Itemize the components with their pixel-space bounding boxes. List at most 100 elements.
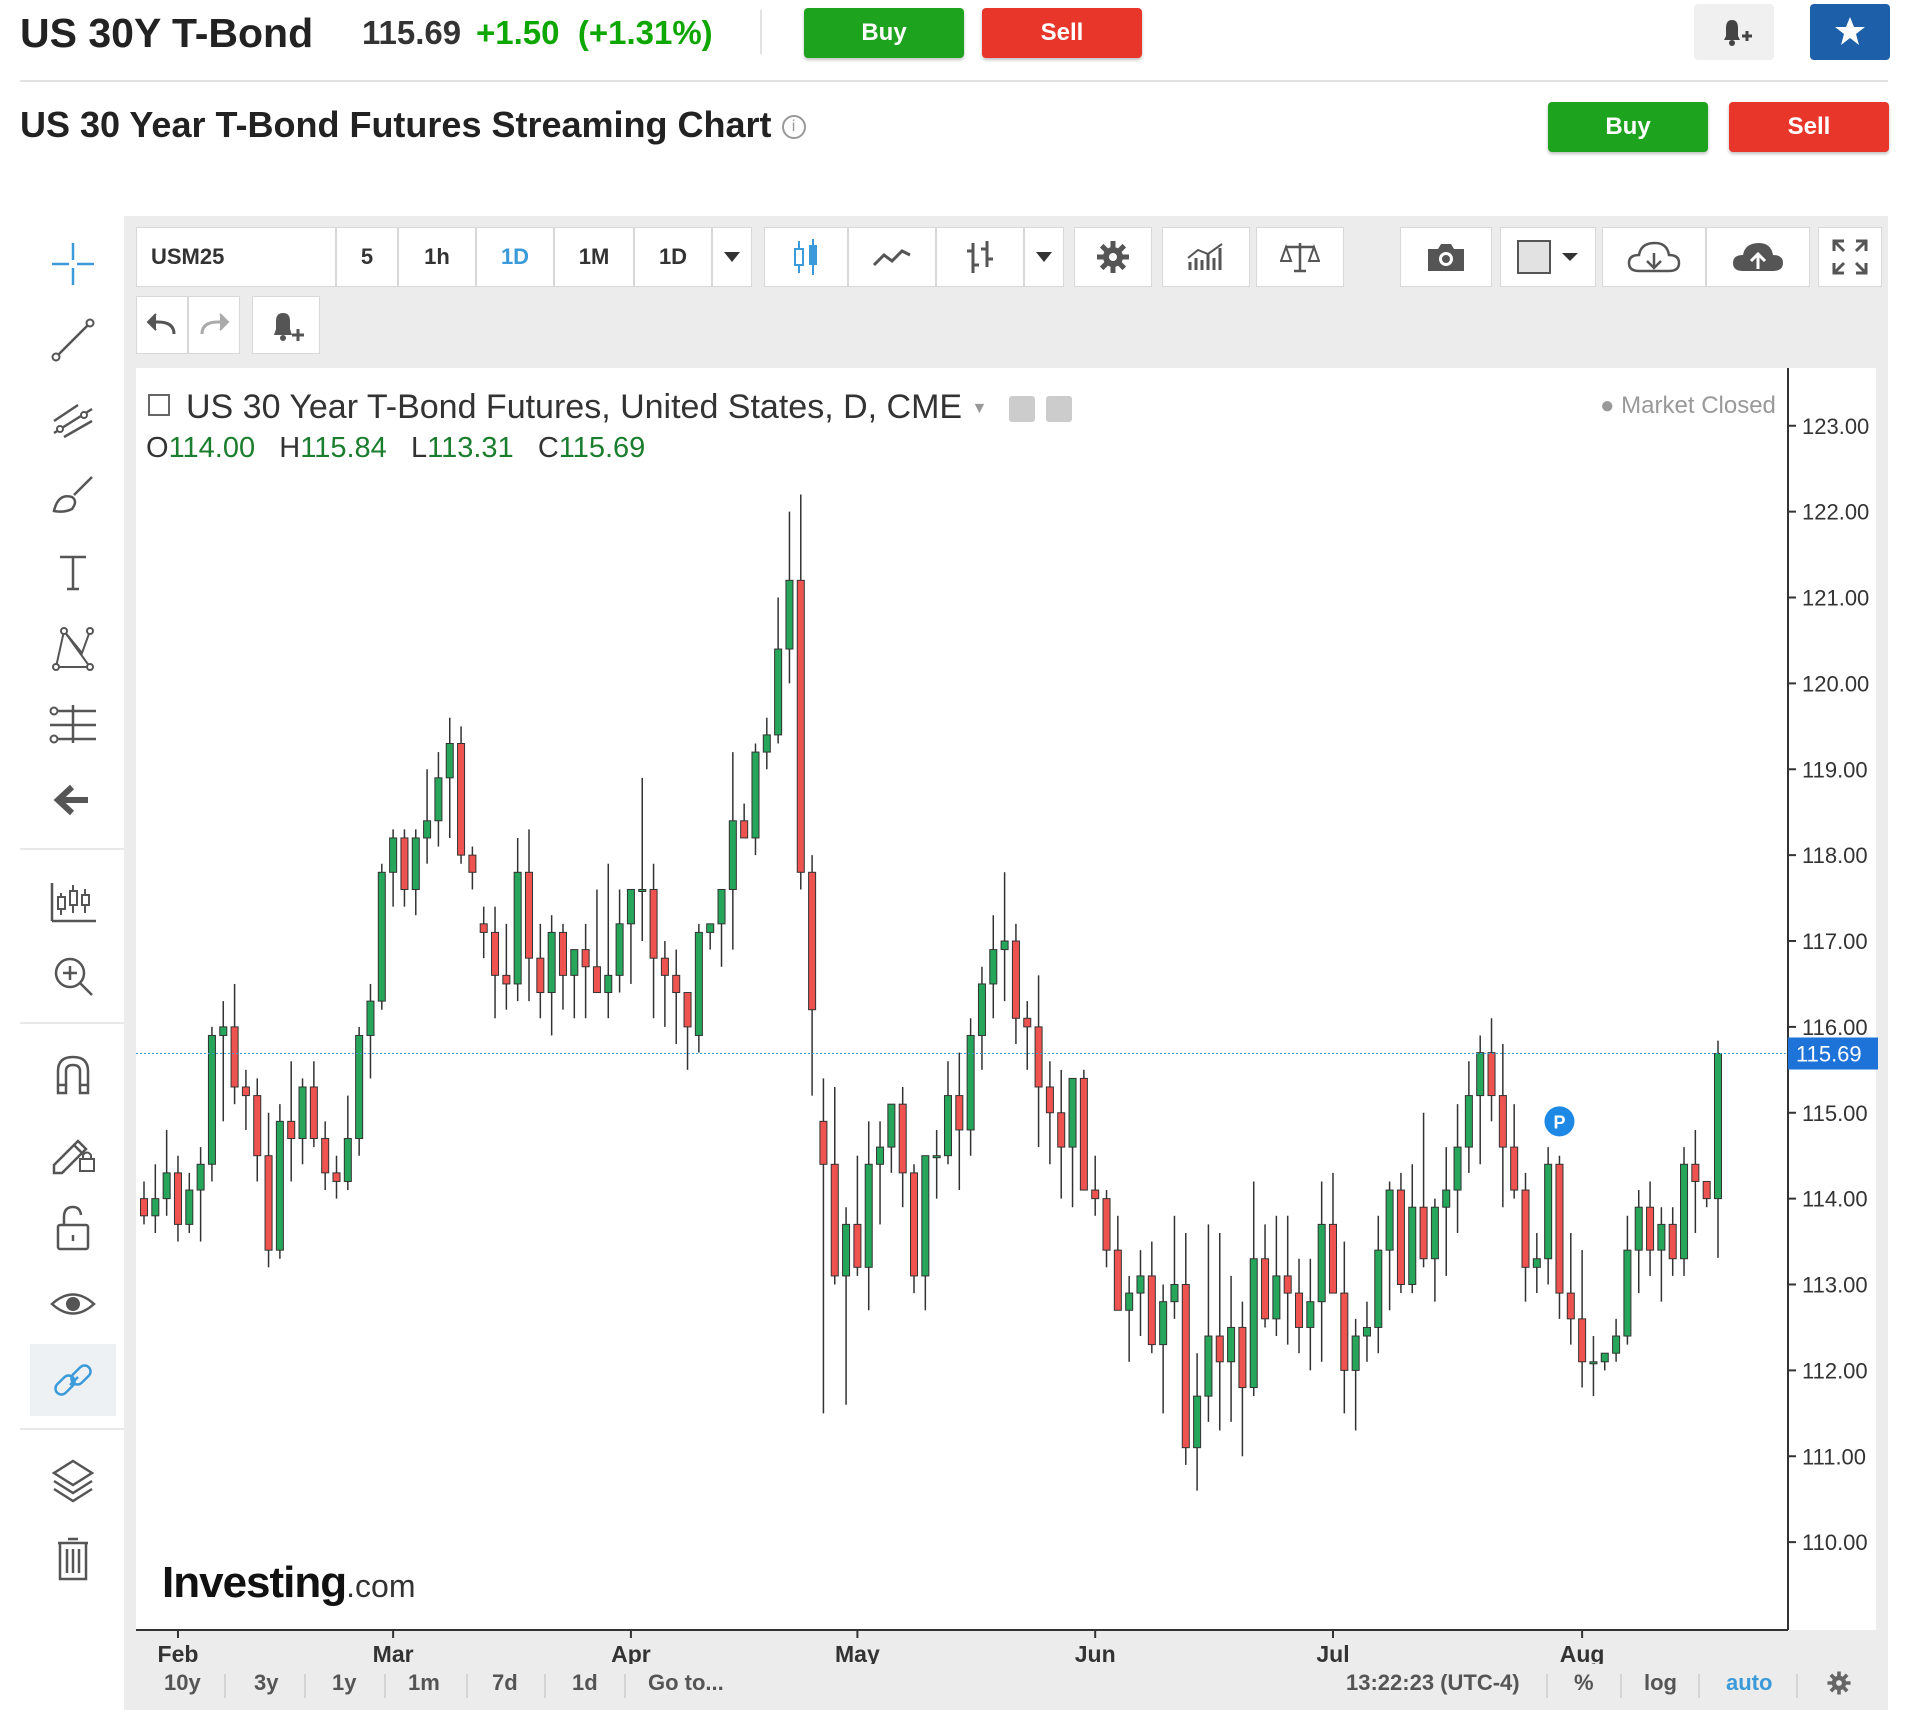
cloud-download-icon (1627, 241, 1681, 273)
line-chart-icon (872, 249, 911, 267)
chart-buy-button[interactable]: Buy (1548, 102, 1708, 152)
scale-settings-button[interactable] (1826, 1670, 1852, 1702)
pattern-tool[interactable] (30, 616, 116, 680)
interval-1m[interactable]: 1M (554, 227, 634, 287)
clock-display[interactable]: 13:22:23 (UTC-4) (1346, 1670, 1520, 1696)
log-scale-toggle[interactable]: log (1644, 1670, 1677, 1696)
prediction-tool[interactable] (30, 692, 116, 756)
chart-type-line[interactable] (848, 227, 936, 287)
crosshair-tool[interactable] (30, 232, 116, 296)
snapshot-button[interactable] (1400, 227, 1492, 287)
legend-dropdown-icon[interactable]: ▼ (972, 400, 988, 417)
bell-plus-icon (1724, 20, 1752, 46)
visibility-tool[interactable] (30, 1272, 116, 1336)
logo-brand: Investing (162, 1558, 347, 1607)
low-value: 113.31 (427, 432, 514, 464)
brush-tool[interactable] (30, 462, 116, 526)
undo-button[interactable] (136, 296, 188, 354)
indicators-button[interactable] (936, 227, 1024, 287)
bottom-divider (1796, 1674, 1798, 1698)
interval-dropdown[interactable] (712, 227, 752, 287)
watchlist-button[interactable] (1810, 4, 1890, 60)
save-layout-button[interactable] (1706, 227, 1810, 287)
goto-date-button[interactable]: Go to... (648, 1670, 724, 1696)
range-7d[interactable]: 7d (492, 1670, 518, 1696)
layers-icon (51, 1459, 95, 1503)
fullscreen-button[interactable] (1818, 227, 1882, 287)
bottom-divider (1698, 1674, 1700, 1698)
header-sell-button[interactable]: Sell (982, 8, 1142, 58)
zoom-tool[interactable] (30, 944, 116, 1008)
indicators-dropdown[interactable] (1024, 227, 1064, 287)
fib-tool[interactable] (30, 386, 116, 450)
interval-1h[interactable]: 1h (398, 227, 476, 287)
range-3y[interactable]: 3y (254, 1670, 278, 1696)
chart-sell-button[interactable]: Sell (1729, 102, 1889, 152)
text-tool[interactable] (30, 540, 116, 604)
auto-scale-toggle[interactable]: auto (1726, 1670, 1772, 1696)
color-picker-button[interactable] (1500, 227, 1596, 287)
logo-suffix: .com (346, 1568, 416, 1604)
bottom-divider (224, 1674, 226, 1698)
redo-icon (200, 313, 230, 335)
camera-icon (1428, 244, 1464, 271)
compare-icon (1280, 243, 1320, 273)
high-label: H (279, 432, 301, 464)
last-price: 115.69 (362, 14, 462, 51)
alert-button[interactable] (1694, 4, 1774, 60)
undo-icon (146, 313, 176, 335)
legend-title-text: US 30 Year T-Bond Futures, United States… (186, 388, 963, 426)
eye-toggle-icon[interactable] (1008, 396, 1035, 423)
trend-line-tool[interactable] (30, 308, 116, 372)
magnet-icon (56, 1055, 90, 1095)
chevron-down-icon (724, 252, 740, 262)
trash-icon (58, 1537, 88, 1581)
range-1d[interactable]: 1d (572, 1670, 598, 1696)
price-change: +1.50 (+1.31%) (476, 14, 713, 52)
studies-button[interactable] (1162, 227, 1250, 287)
prediction-tool-icon (49, 705, 96, 744)
color-box-icon (1517, 240, 1578, 274)
bottom-divider (1546, 1674, 1548, 1698)
zoom-in-icon (54, 957, 93, 996)
info-icon[interactable]: i (781, 115, 806, 140)
unlock-tool[interactable] (30, 1196, 116, 1260)
header-divider (760, 10, 762, 54)
legend-settings-icon[interactable] (1046, 396, 1073, 423)
hide-toolbar-button[interactable] (30, 768, 116, 832)
indicator-icon (967, 241, 993, 273)
settings-gear-icon (1827, 1671, 1851, 1695)
star-icon (1835, 17, 1865, 45)
interval-5[interactable]: 5 (336, 227, 398, 287)
delete-tool[interactable] (30, 1526, 116, 1590)
lock-drawing-tool[interactable] (30, 1118, 116, 1182)
measure-tool[interactable] (30, 868, 116, 932)
header-buy-button[interactable]: Buy (804, 8, 964, 58)
plot-area[interactable] (136, 368, 1876, 1630)
redo-button[interactable] (188, 296, 240, 354)
settings-gear-icon (1097, 241, 1129, 273)
add-alert-button[interactable] (252, 296, 320, 354)
text-tool-icon (60, 555, 86, 591)
layers-tool[interactable] (30, 1448, 116, 1512)
symbol-input[interactable]: USM25 (136, 227, 336, 287)
compare-button[interactable] (1256, 227, 1344, 287)
toolbar-divider (20, 1428, 124, 1430)
range-10y[interactable]: 10y (164, 1670, 201, 1696)
link-tool[interactable] (30, 1344, 116, 1416)
range-1m[interactable]: 1m (408, 1670, 440, 1696)
magnet-tool[interactable] (30, 1042, 116, 1106)
trend-line-icon (51, 318, 95, 362)
collapse-legend-icon[interactable] (148, 394, 170, 416)
load-layout-button[interactable] (1602, 227, 1706, 287)
interval-1d-active[interactable]: 1D (476, 227, 554, 287)
ohlc-readout: O114.00 H115.84 L113.31 C115.69 (146, 432, 645, 465)
percent-scale-toggle[interactable]: % (1574, 1670, 1594, 1696)
high-value: 115.84 (300, 432, 387, 464)
toolbar-divider (20, 1022, 124, 1024)
range-1y[interactable]: 1y (332, 1670, 356, 1696)
legend-title[interactable]: US 30 Year T-Bond Futures, United States… (148, 388, 1073, 427)
interval-selected[interactable]: 1D (634, 227, 712, 287)
settings-button[interactable] (1074, 227, 1152, 287)
chart-type-candles[interactable] (764, 227, 848, 287)
